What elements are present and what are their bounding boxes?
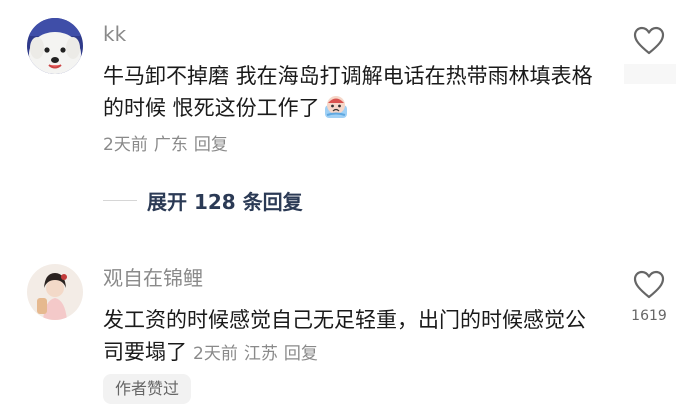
comment-text: 发工资的时候感觉自己无足轻重，出门的时候感觉公司要塌了 2天前 江苏 回复 (103, 304, 598, 370)
comment-text-content: 发工资的时候感觉自己无足轻重，出门的时候感觉公司要塌了 (103, 308, 586, 364)
crying-face-emoji-icon (324, 96, 347, 118)
comment-meta: 2天前 广东 回复 (103, 134, 234, 156)
author-liked-badge: 作者赞过 (103, 374, 192, 404)
expand-replies-label: 展开 128 条回复 (147, 189, 303, 214)
like-count: 1619 (631, 308, 667, 324)
comment-time: 2天前 (103, 135, 148, 155)
heart-outline-icon (633, 26, 665, 55)
comment-time: 2天前 (193, 344, 238, 364)
expand-divider (103, 199, 137, 201)
like-button[interactable] (630, 26, 668, 56)
username[interactable]: kk (103, 22, 126, 46)
costume-girl-avatar-icon (27, 264, 83, 320)
comment-list: kk 牛马卸不掉磨 我在海岛打调解电话在热带雨林填表格的时候 恨死这份工作了 2… (0, 0, 690, 411)
comment-meta: 2天前 江苏 回复 (193, 344, 324, 364)
comment-item: 观自在锦鲤 发工资的时候感觉自己无足轻重，出门的时候感觉公司要塌了 2天前 江苏 回复… (0, 250, 690, 411)
white-dog-avatar-icon (27, 18, 83, 74)
expand-replies-button[interactable]: 展开 128 条回复 (103, 186, 303, 214)
comment-location: 江苏 (243, 344, 278, 364)
username[interactable]: 观自在锦鲤 (103, 266, 203, 290)
reply-button[interactable]: 回复 (194, 135, 228, 155)
user-avatar[interactable] (27, 264, 83, 320)
heart-outline-icon (633, 270, 665, 299)
comment-item: kk 牛马卸不掉磨 我在海岛打调解电话在热带雨林填表格的时候 恨死这份工作了 2… (0, 0, 690, 240)
comment-location: 广东 (153, 135, 188, 155)
reply-button[interactable]: 回复 (284, 344, 318, 364)
user-avatar[interactable] (27, 18, 83, 74)
like-placeholder (624, 64, 676, 84)
like-button[interactable]: 1619 (630, 270, 668, 324)
comment-text: 牛马卸不掉磨 我在海岛打调解电话在热带雨林填表格的时候 恨死这份工作了 (103, 60, 598, 124)
